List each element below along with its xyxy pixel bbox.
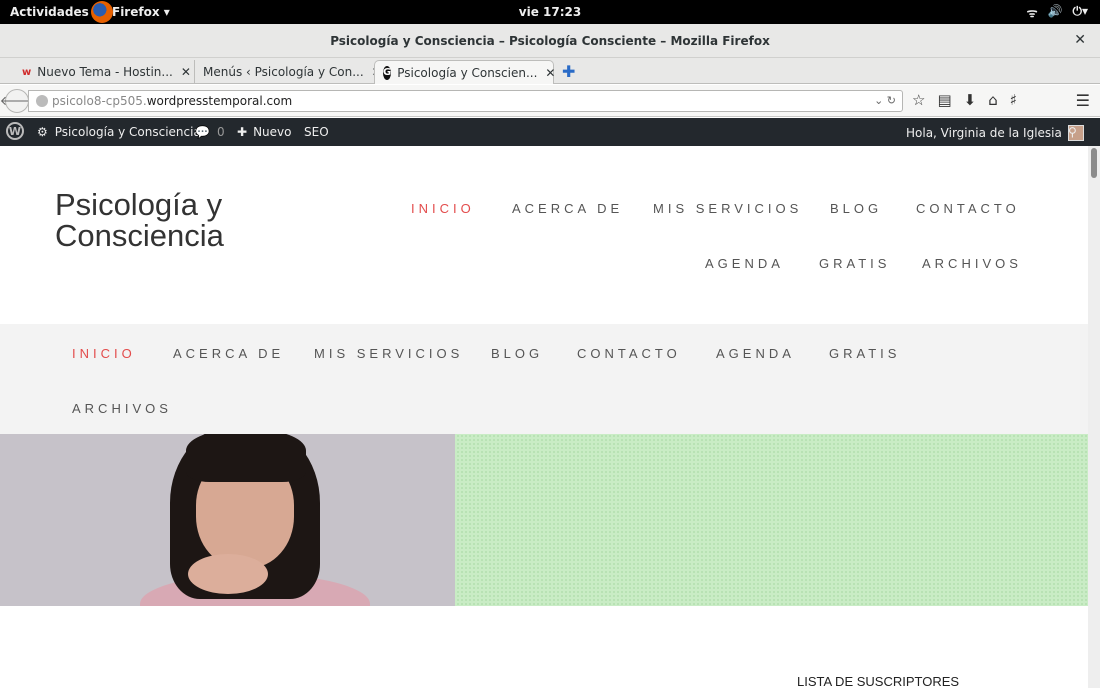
site-info-icon[interactable] (36, 95, 48, 107)
power-icon[interactable]: ⏻▾ (1072, 4, 1088, 21)
dashboard-icon: ⚙ (37, 125, 48, 139)
nav2-contacto[interactable]: CONTACTO (577, 346, 681, 361)
tab-menus[interactable]: Menús ‹ Psicología y Con... ✕ (194, 60, 382, 84)
nav2-agenda[interactable]: AGENDA (716, 346, 795, 361)
greeting: Hola, Virginia de la Iglesia (906, 126, 1062, 140)
nav-contacto[interactable]: CONTACTO (916, 201, 1020, 216)
wp-admin-bar: W ⚙ Psicología y Consciencia 💬 0 ✚ Nuevo… (0, 118, 1100, 146)
nav2-gratis[interactable]: GRATIS (829, 346, 900, 361)
pocket-icon[interactable]: ♯ (1010, 91, 1017, 109)
reload-icon[interactable]: ⌄ ↻ (874, 94, 896, 107)
volume-icon[interactable]: 🔊 (1048, 4, 1063, 21)
close-window-icon[interactable]: ✕ (1074, 32, 1086, 48)
tab-label: Nuevo Tema - Hostin... (37, 65, 173, 79)
tab-label: Psicología y Conscien... (397, 65, 538, 80)
nav-blog[interactable]: BLOG (830, 201, 882, 216)
toolbar-icons: ☆ ▤ ⬇ ⌂ ♯ (912, 91, 1017, 109)
tab-favicon: w (22, 66, 32, 78)
bookmark-star-icon[interactable]: ☆ (912, 91, 925, 109)
url-domain: wordpresstemporal.com (146, 94, 293, 108)
hamburger-menu-icon[interactable]: ☰ (1076, 91, 1090, 110)
close-tab-icon[interactable]: ✕ (181, 65, 191, 79)
admin-site-name: Psicología y Consciencia (54, 125, 201, 139)
url-prefix: psicolo8-cp505. (52, 94, 147, 108)
app-menu[interactable]: Firefox ▾ (112, 5, 170, 19)
new-tab-icon[interactable]: ✚ (562, 62, 575, 81)
nav-acerca-de[interactable]: ACERCA DE (512, 201, 623, 216)
tab-label: Menús ‹ Psicología y Con... (203, 65, 364, 79)
nav2-archivos[interactable]: ARCHIVOS (72, 401, 172, 416)
nav-mis-servicios[interactable]: MIS SERVICIOS (653, 201, 802, 216)
page-viewport: Psicología y Consciencia INICIO ACERCA D… (0, 146, 1088, 688)
nav2-mis-servicios[interactable]: MIS SERVICIOS (314, 346, 463, 361)
download-icon[interactable]: ⬇ (964, 91, 977, 109)
tab-nuevo-tema[interactable]: w Nuevo Tema - Hostin... ✕ (14, 60, 194, 84)
nav-agenda[interactable]: AGENDA (705, 256, 784, 271)
sidebar-widget-title: LISTA DE SUSCRIPTORES (797, 674, 960, 688)
nav2-blog[interactable]: BLOG (491, 346, 543, 361)
comments-count: 0 (216, 125, 225, 139)
nav-archivos[interactable]: ARCHIVOS (922, 256, 1022, 271)
url-bar[interactable]: psicolo8-cp505. wordpresstemporal.com ⌄ ↻ (28, 90, 903, 112)
reading-list-icon[interactable]: ▤ (937, 91, 951, 109)
seo-link[interactable]: SEO (304, 125, 329, 139)
nav-inicio[interactable]: INICIO (411, 201, 475, 216)
site-title[interactable]: Psicología y Consciencia (55, 189, 305, 251)
window-title: Psicología y Consciencia – Psicología Co… (330, 34, 770, 48)
activities-button[interactable]: Actividades (10, 5, 89, 19)
new-content-link[interactable]: ✚ Nuevo (237, 125, 291, 139)
hero-banner (0, 434, 1088, 606)
close-tab-icon[interactable]: ✕ (545, 66, 555, 80)
comment-icon: 💬 (195, 125, 210, 139)
new-label: Nuevo (253, 125, 292, 139)
system-top-bar: Actividades Firefox ▾ vie 17:23 ᯤ 🔊 ⏻▾ (0, 0, 1100, 24)
search-icon[interactable]: ⚲ (1068, 125, 1077, 139)
comments-link[interactable]: 💬 0 (195, 125, 225, 139)
account-menu[interactable]: Hola, Virginia de la Iglesia (906, 125, 1084, 141)
navigation-toolbar: 🡐 psicolo8-cp505. wordpresstemporal.com ⌄… (0, 85, 1100, 117)
wordpress-logo-icon[interactable]: W (6, 122, 24, 140)
secondary-nav-band: INICIO ACERCA DE MIS SERVICIOS BLOG CONT… (0, 324, 1088, 434)
scrollbar-thumb[interactable] (1091, 148, 1097, 178)
profile-photo (0, 434, 455, 606)
system-tray[interactable]: ᯤ 🔊 ⏻▾ (1027, 4, 1088, 21)
admin-site-link[interactable]: ⚙ Psicología y Consciencia (37, 125, 201, 139)
firefox-icon (91, 1, 113, 23)
nav2-acerca-de[interactable]: ACERCA DE (173, 346, 284, 361)
nav2-inicio[interactable]: INICIO (72, 346, 136, 361)
page-scrollbar[interactable] (1088, 146, 1100, 688)
wifi-icon[interactable]: ᯤ (1027, 4, 1038, 21)
back-button[interactable]: 🡐 (0, 89, 34, 113)
plus-icon: ✚ (237, 125, 248, 139)
tab-bar: w Nuevo Tema - Hostin... ✕ Menús ‹ Psico… (0, 58, 1100, 84)
home-icon[interactable]: ⌂ (988, 91, 998, 109)
tab-favicon: G (383, 65, 392, 80)
tab-psicologia[interactable]: G Psicología y Conscien... ✕ (374, 60, 555, 84)
window-titlebar: Psicología y Consciencia – Psicología Co… (0, 24, 1100, 58)
nav-gratis[interactable]: GRATIS (819, 256, 890, 271)
